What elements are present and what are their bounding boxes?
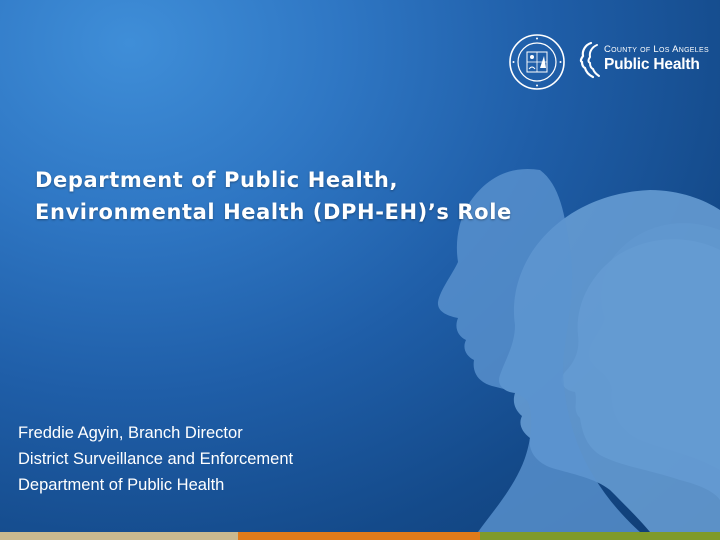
logo-public-health-text: Public Health [604,56,700,73]
presenter-department: Department of Public Health [18,476,225,494]
presenter-info: Freddie Agyin, Branch Director District … [18,420,293,498]
public-health-logo: County of Los Angeles Public Health [577,40,709,80]
presenter-name: Freddie Agyin, Branch Director [18,424,243,442]
slide: Department of Public Health, Environment… [0,0,720,540]
logo-county-text: County of Los Angeles [604,44,709,55]
title-line-2: Environmental Health (DPH-EH)’s Role [35,200,512,224]
slide-title: Department of Public Health, Environment… [35,164,655,228]
title-line-1: Department of Public Health, [35,168,399,192]
footer-color-bar [0,532,720,540]
footer-bar-orange [238,532,480,540]
public-health-mark-icon [579,41,600,79]
footer-bar-green [480,532,720,540]
presenter-division: District Surveillance and Enforcement [18,450,294,468]
footer-bar-tan [0,532,238,540]
county-seal-icon [509,34,565,90]
